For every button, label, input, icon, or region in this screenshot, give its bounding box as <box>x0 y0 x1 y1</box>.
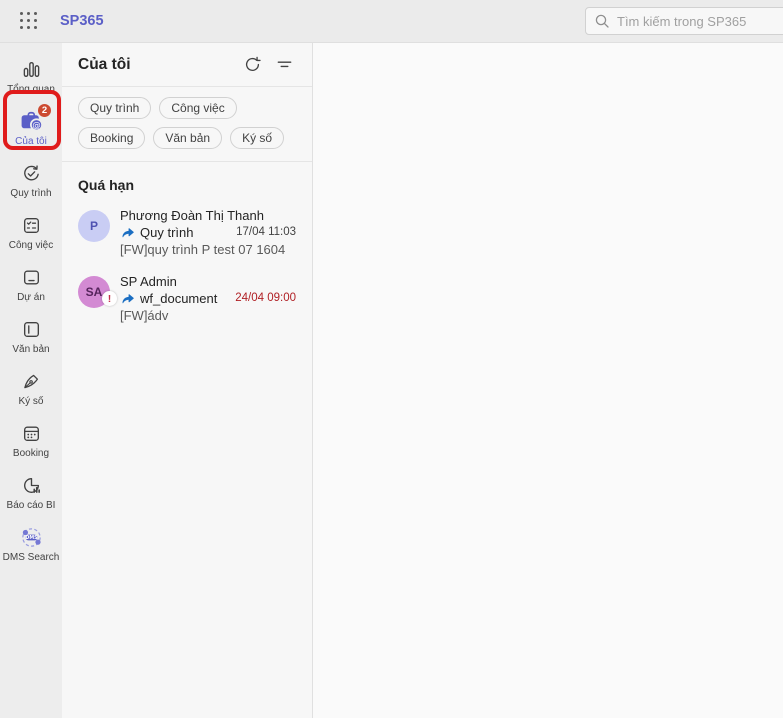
sidebar-item-bao-cao-bi[interactable]: Báo cáo BI <box>2 469 60 514</box>
app-title: SP365 <box>60 13 104 29</box>
sidebar-item-quy-trinh[interactable]: Quy trình <box>2 157 60 202</box>
search-input[interactable] <box>617 13 783 29</box>
item-timestamp-overdue: 24/04 09:00 <box>235 292 296 304</box>
svg-text:DMS: DMS <box>25 534 38 540</box>
chip-cong-viec[interactable]: Công việc <box>159 97 237 119</box>
mail-briefcase-icon: @ 2 <box>18 103 52 133</box>
svg-text:@: @ <box>32 119 40 129</box>
bar-chart-icon <box>18 57 44 81</box>
app-launcher-waffle-icon[interactable] <box>14 6 44 36</box>
chip-van-ban[interactable]: Văn bản <box>153 127 223 149</box>
panel-title: Của tôi <box>78 55 131 73</box>
item-category: wf_document <box>140 291 218 306</box>
item-subject: [FW]quy trình P test 07 1604 <box>120 242 286 257</box>
sidebar-item-tong-quan[interactable]: Tổng quan <box>2 53 60 98</box>
document-icon <box>18 317 44 341</box>
chip-booking[interactable]: Booking <box>78 127 146 149</box>
sidebar-item-label: Công việc <box>8 240 54 251</box>
sidebar-item-label: Quy trình <box>10 188 52 199</box>
sidebar-item-label: Văn bản <box>12 344 50 355</box>
item-name: SP Admin <box>120 274 177 289</box>
sidebar-item-label: Ký số <box>18 396 44 407</box>
project-card-icon <box>18 265 44 289</box>
forward-arrow-icon <box>120 225 135 240</box>
sidebar-item-label: Dự án <box>17 292 45 303</box>
panel-header: Của tôi <box>62 43 312 87</box>
refresh-button[interactable] <box>240 53 264 77</box>
list-item[interactable]: P Phương Đoàn Thị Thanh Quy trình 17/04 … <box>62 201 312 267</box>
filter-chips: Quy trình Công việc Booking Văn bản Ký s… <box>62 87 312 162</box>
sidebar-item-du-an[interactable]: Dự án <box>2 261 60 306</box>
sidebar-item-van-ban[interactable]: Văn bản <box>2 313 60 358</box>
activity-badge: 2 <box>37 103 52 118</box>
search-icon <box>594 13 610 29</box>
sync-check-icon <box>18 161 44 185</box>
filter-button[interactable] <box>272 53 296 77</box>
item-timestamp: 17/04 11:03 <box>236 226 296 238</box>
item-subject: [FW]ádv <box>120 308 169 323</box>
section-title-overdue: Quá hạn <box>78 177 135 193</box>
pie-chart-icon <box>18 473 44 497</box>
my-items-panel: Của tôi Quy trình Công việc Booking Văn … <box>62 43 313 718</box>
item-name: Phương Đoàn Thị Thanh <box>120 208 264 223</box>
sidebar-item-cua-toi[interactable]: @ 2 Của tôi <box>2 103 60 150</box>
main-content-area <box>313 43 783 718</box>
chip-ky-so[interactable]: Ký số <box>230 127 285 149</box>
avatar: P <box>78 210 110 242</box>
signature-pen-icon <box>18 369 44 393</box>
avatar: SA ! <box>78 276 117 308</box>
global-search[interactable] <box>585 7 783 35</box>
sidebar-item-label: Báo cáo BI <box>6 500 56 511</box>
sidebar-item-ky-so[interactable]: Ký số <box>2 365 60 410</box>
forward-arrow-icon <box>120 291 135 306</box>
sidebar-item-label: DMS Search <box>2 552 60 563</box>
item-category: Quy trình <box>140 225 194 240</box>
dms-search-icon: DMS <box>18 525 44 549</box>
list-item[interactable]: SA ! SP Admin wf_document 24/04 09:00 [F… <box>62 267 312 333</box>
sidebar-item-cong-viec[interactable]: Công việc <box>2 209 60 254</box>
chip-quy-trinh[interactable]: Quy trình <box>78 97 152 119</box>
sidebar-item-label: Booking <box>12 448 50 459</box>
left-rail: Tổng quan @ 2 Của tôi Quy trình Công việ… <box>0 43 62 718</box>
sidebar-item-booking[interactable]: Booking <box>2 417 60 462</box>
task-list-icon <box>18 213 44 237</box>
calendar-icon <box>18 421 44 445</box>
top-bar: SP365 <box>0 0 783 43</box>
sidebar-item-dms-search[interactable]: DMS DMS Search <box>2 521 60 566</box>
sidebar-item-label: Tổng quan <box>7 84 55 95</box>
sidebar-item-label: Của tôi <box>15 136 47 147</box>
urgent-exclamation-badge: ! <box>102 291 117 306</box>
